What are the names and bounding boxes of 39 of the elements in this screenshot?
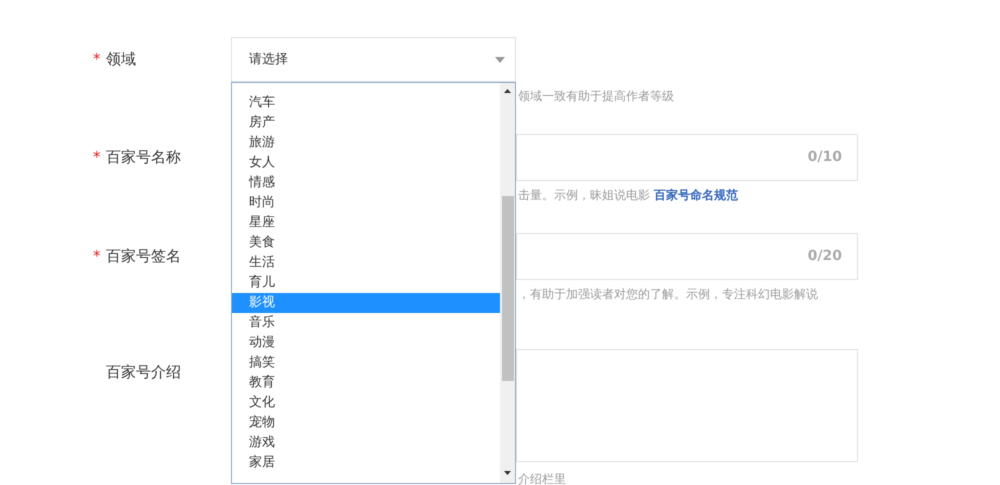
scrollbar-thumb[interactable] — [502, 196, 514, 381]
char-counter: 0/10 — [808, 148, 842, 167]
dropdown-option[interactable]: 文化 — [232, 393, 500, 413]
caret-icon — [495, 56, 505, 62]
required-mark: * — [93, 147, 102, 168]
dropdown-option[interactable]: 时尚 — [232, 193, 500, 213]
dropdown-option[interactable]: 星座 — [232, 213, 500, 233]
hint-text: 领域一致有助于提高作者等级 — [518, 88, 674, 104]
dropdown-option[interactable]: 动漫 — [232, 333, 500, 353]
dropdown-option[interactable]: 搞笑 — [232, 353, 500, 373]
char-counter: 0/20 — [808, 247, 842, 266]
hint-text: 击量。示例，昧姐说电影 — [518, 187, 650, 203]
hint-text: ，有助于加强读者对您的了解。示例，专注科幻电影解说 — [518, 286, 818, 302]
dropdown-option[interactable]: 教育 — [232, 373, 500, 393]
scrollbar[interactable] — [500, 83, 515, 483]
dropdown-option[interactable]: 女人 — [232, 153, 500, 173]
scroll-down-icon[interactable] — [504, 471, 511, 475]
dropdown-option[interactable]: 家居 — [232, 453, 500, 473]
field-label: 领域 — [106, 49, 136, 70]
required-mark: * — [93, 246, 102, 268]
dropdown-option[interactable]: 育儿 — [232, 273, 500, 293]
dropdown-option[interactable]: 游戏 — [232, 433, 500, 453]
dropdown-option[interactable]: 房产 — [232, 113, 500, 133]
naming-rules-link[interactable]: 百家号命名规范 — [654, 187, 738, 203]
dropdown-option[interactable]: 情感 — [232, 173, 500, 193]
dropdown-option[interactable]: 音乐 — [232, 313, 500, 333]
hint-text: 介绍栏里 — [518, 471, 566, 485]
scroll-up-icon[interactable] — [504, 89, 511, 93]
field-label: 百家号名称 — [106, 147, 181, 168]
domain-select[interactable]: 请选择 — [231, 37, 516, 82]
dropdown-option[interactable]: 美食 — [232, 233, 500, 253]
textarea-field[interactable] — [516, 349, 858, 462]
dropdown-option[interactable]: 汽车 — [232, 93, 500, 113]
dropdown-option[interactable]: 旅游 — [232, 133, 500, 153]
dropdown-option[interactable]: 宠物 — [232, 413, 500, 433]
field-label: 百家号签名 — [106, 246, 181, 268]
required-mark: * — [93, 49, 102, 70]
dropdown-option[interactable]: 生活 — [232, 253, 500, 273]
field-label: 百家号介绍 — [106, 362, 181, 383]
